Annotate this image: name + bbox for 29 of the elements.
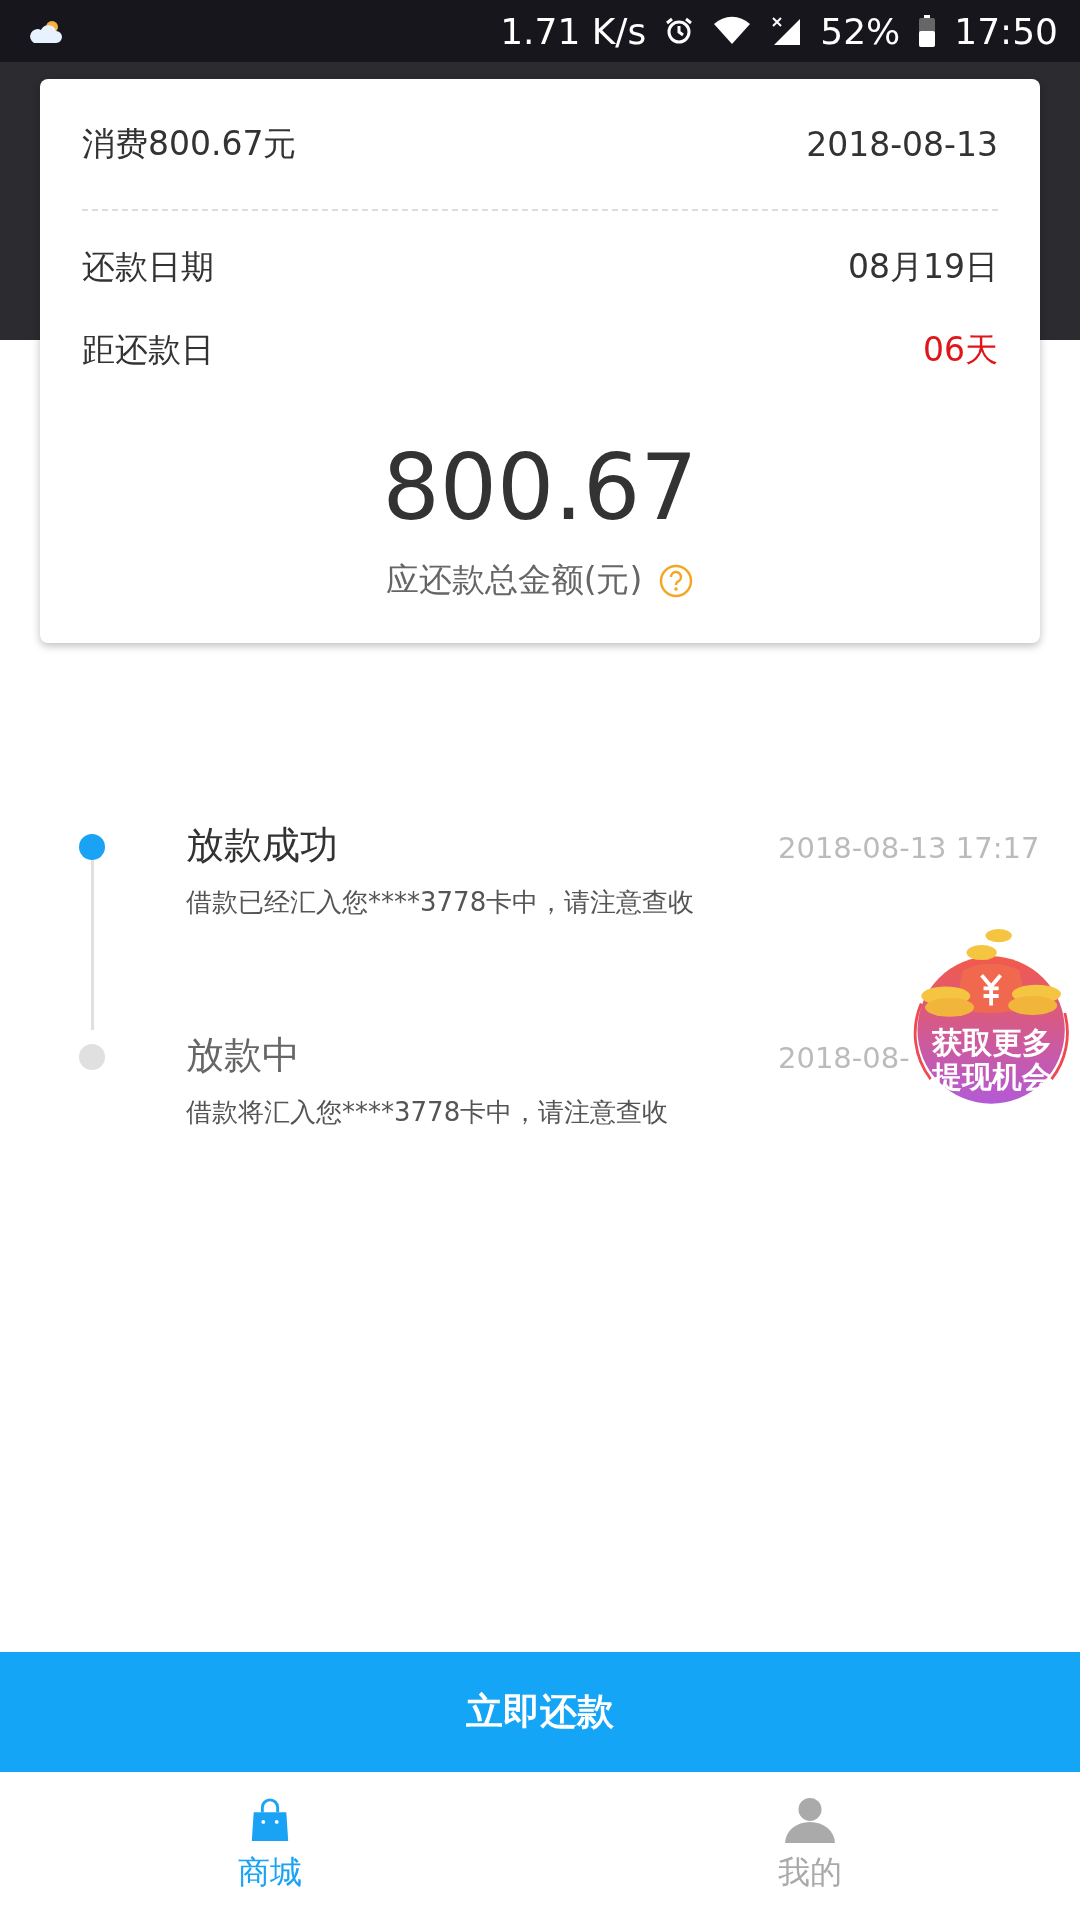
row-value: 06天 <box>923 329 998 371</box>
row-value: 08月19日 <box>848 246 998 288</box>
battery-icon <box>918 15 937 47</box>
network-speed: 1.71 K/s <box>500 10 647 52</box>
clock: 17:50 <box>954 10 1058 52</box>
repay-button[interactable]: 立即还款 <box>0 1652 1080 1772</box>
tab-label: 我的 <box>778 1852 842 1893</box>
total-amount: 800.67 <box>381 434 699 542</box>
step-title: 放款中 <box>186 1032 300 1079</box>
step-description: 借款已经汇入您****3778卡中，请注意查收 <box>186 886 696 919</box>
nav-tab[interactable]: 我的 <box>540 1772 1080 1920</box>
row-label: 还款日期 <box>82 246 214 288</box>
battery-percent: 52% <box>820 10 901 52</box>
tab-label: 商城 <box>238 1852 302 1893</box>
bill-date: 2018-08-13 <box>806 124 998 164</box>
nav-tab[interactable]: 商城 <box>0 1772 540 1920</box>
wifi-icon <box>712 16 753 46</box>
bill-title: 消费800.67元 <box>82 122 297 165</box>
alarm-icon <box>664 16 695 46</box>
signal-icon <box>770 15 803 47</box>
step-title: 放款成功 <box>186 822 338 869</box>
badge-text: 获取更多 <box>932 1026 1052 1060</box>
help-icon <box>658 562 695 599</box>
step-time: 2018-08-13 17:17 <box>778 831 1040 865</box>
step-time: 2018-08- <box>778 1041 910 1075</box>
step-description: 借款将汇入您****3778卡中，请注意查收 <box>186 1096 670 1129</box>
person-icon <box>783 1797 837 1843</box>
row-label: 距还款日 <box>82 329 214 371</box>
amount-label: 应还款总金额(元) <box>385 559 643 601</box>
